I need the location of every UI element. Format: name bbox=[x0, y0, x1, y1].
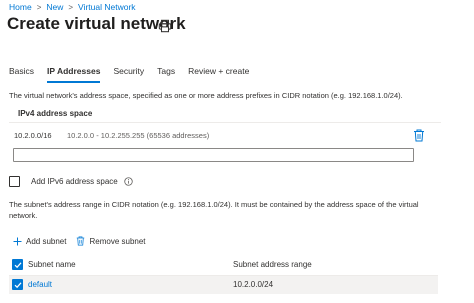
ipv6-option: Add IPv6 address space bbox=[9, 176, 133, 187]
subnet-address-range: 10.2.0.0/24 bbox=[233, 280, 274, 289]
tab-review-create[interactable]: Review + create bbox=[188, 66, 249, 76]
add-subnet-label: Add subnet bbox=[26, 236, 67, 246]
subnet-name-link[interactable]: default bbox=[28, 280, 52, 289]
column-subnet-name[interactable]: Subnet name bbox=[28, 260, 76, 269]
address-space-row: 10.2.0.0/16 10.2.0.0 - 10.2.255.255 (655… bbox=[9, 128, 441, 144]
ipv6-checkbox[interactable] bbox=[9, 176, 20, 187]
remove-subnet-button[interactable]: Remove subnet bbox=[76, 236, 146, 246]
breadcrumb-separator: > bbox=[36, 2, 42, 12]
breadcrumb: Home > New > Virtual Network bbox=[9, 2, 136, 12]
checkmark-icon bbox=[14, 261, 21, 268]
breadcrumb-separator: > bbox=[68, 2, 74, 12]
tab-ip-addresses[interactable]: IP Addresses bbox=[47, 66, 101, 83]
ipv4-address-space-header: IPv4 address space bbox=[9, 106, 441, 123]
tab-tags[interactable]: Tags bbox=[157, 66, 175, 76]
add-subnet-button[interactable]: Add subnet bbox=[13, 237, 66, 246]
ipv4-header-label: IPv4 address space bbox=[18, 109, 93, 118]
breadcrumb-home[interactable]: Home bbox=[9, 2, 32, 12]
trash-icon[interactable] bbox=[413, 129, 425, 142]
plus-icon bbox=[13, 237, 22, 245]
breadcrumb-new[interactable]: New bbox=[46, 2, 63, 12]
checkmark-icon bbox=[14, 281, 21, 288]
address-range: 10.2.0.0 - 10.2.255.255 (65536 addresses… bbox=[67, 131, 210, 140]
address-prefix: 10.2.0.0/16 bbox=[14, 131, 52, 140]
ipv6-label: Add IPv6 address space bbox=[31, 177, 118, 186]
table-row[interactable]: default 10.2.0.0/24 bbox=[9, 276, 438, 294]
subnet-table-header: Subnet name Subnet address range bbox=[9, 254, 438, 276]
tab-security[interactable]: Security bbox=[113, 66, 144, 76]
row-checkbox[interactable] bbox=[12, 279, 23, 290]
address-space-description: The virtual network's address space, spe… bbox=[9, 91, 403, 100]
select-all-checkbox[interactable] bbox=[12, 259, 23, 270]
column-subnet-address-range[interactable]: Subnet address range bbox=[233, 260, 312, 269]
tab-bar: Basics IP Addresses Security Tags Review… bbox=[9, 66, 262, 83]
subnet-toolbar: Add subnet Remove subnet bbox=[13, 236, 156, 246]
info-icon[interactable] bbox=[124, 177, 133, 186]
subnet-description: The subnet's address range in CIDR notat… bbox=[9, 200, 419, 220]
trash-icon bbox=[77, 236, 85, 246]
address-space-input[interactable] bbox=[13, 148, 414, 162]
print-icon[interactable] bbox=[158, 19, 172, 33]
breadcrumb-virtual-network[interactable]: Virtual Network bbox=[78, 2, 135, 12]
tab-basics[interactable]: Basics bbox=[9, 66, 34, 76]
remove-subnet-label: Remove subnet bbox=[89, 236, 146, 246]
